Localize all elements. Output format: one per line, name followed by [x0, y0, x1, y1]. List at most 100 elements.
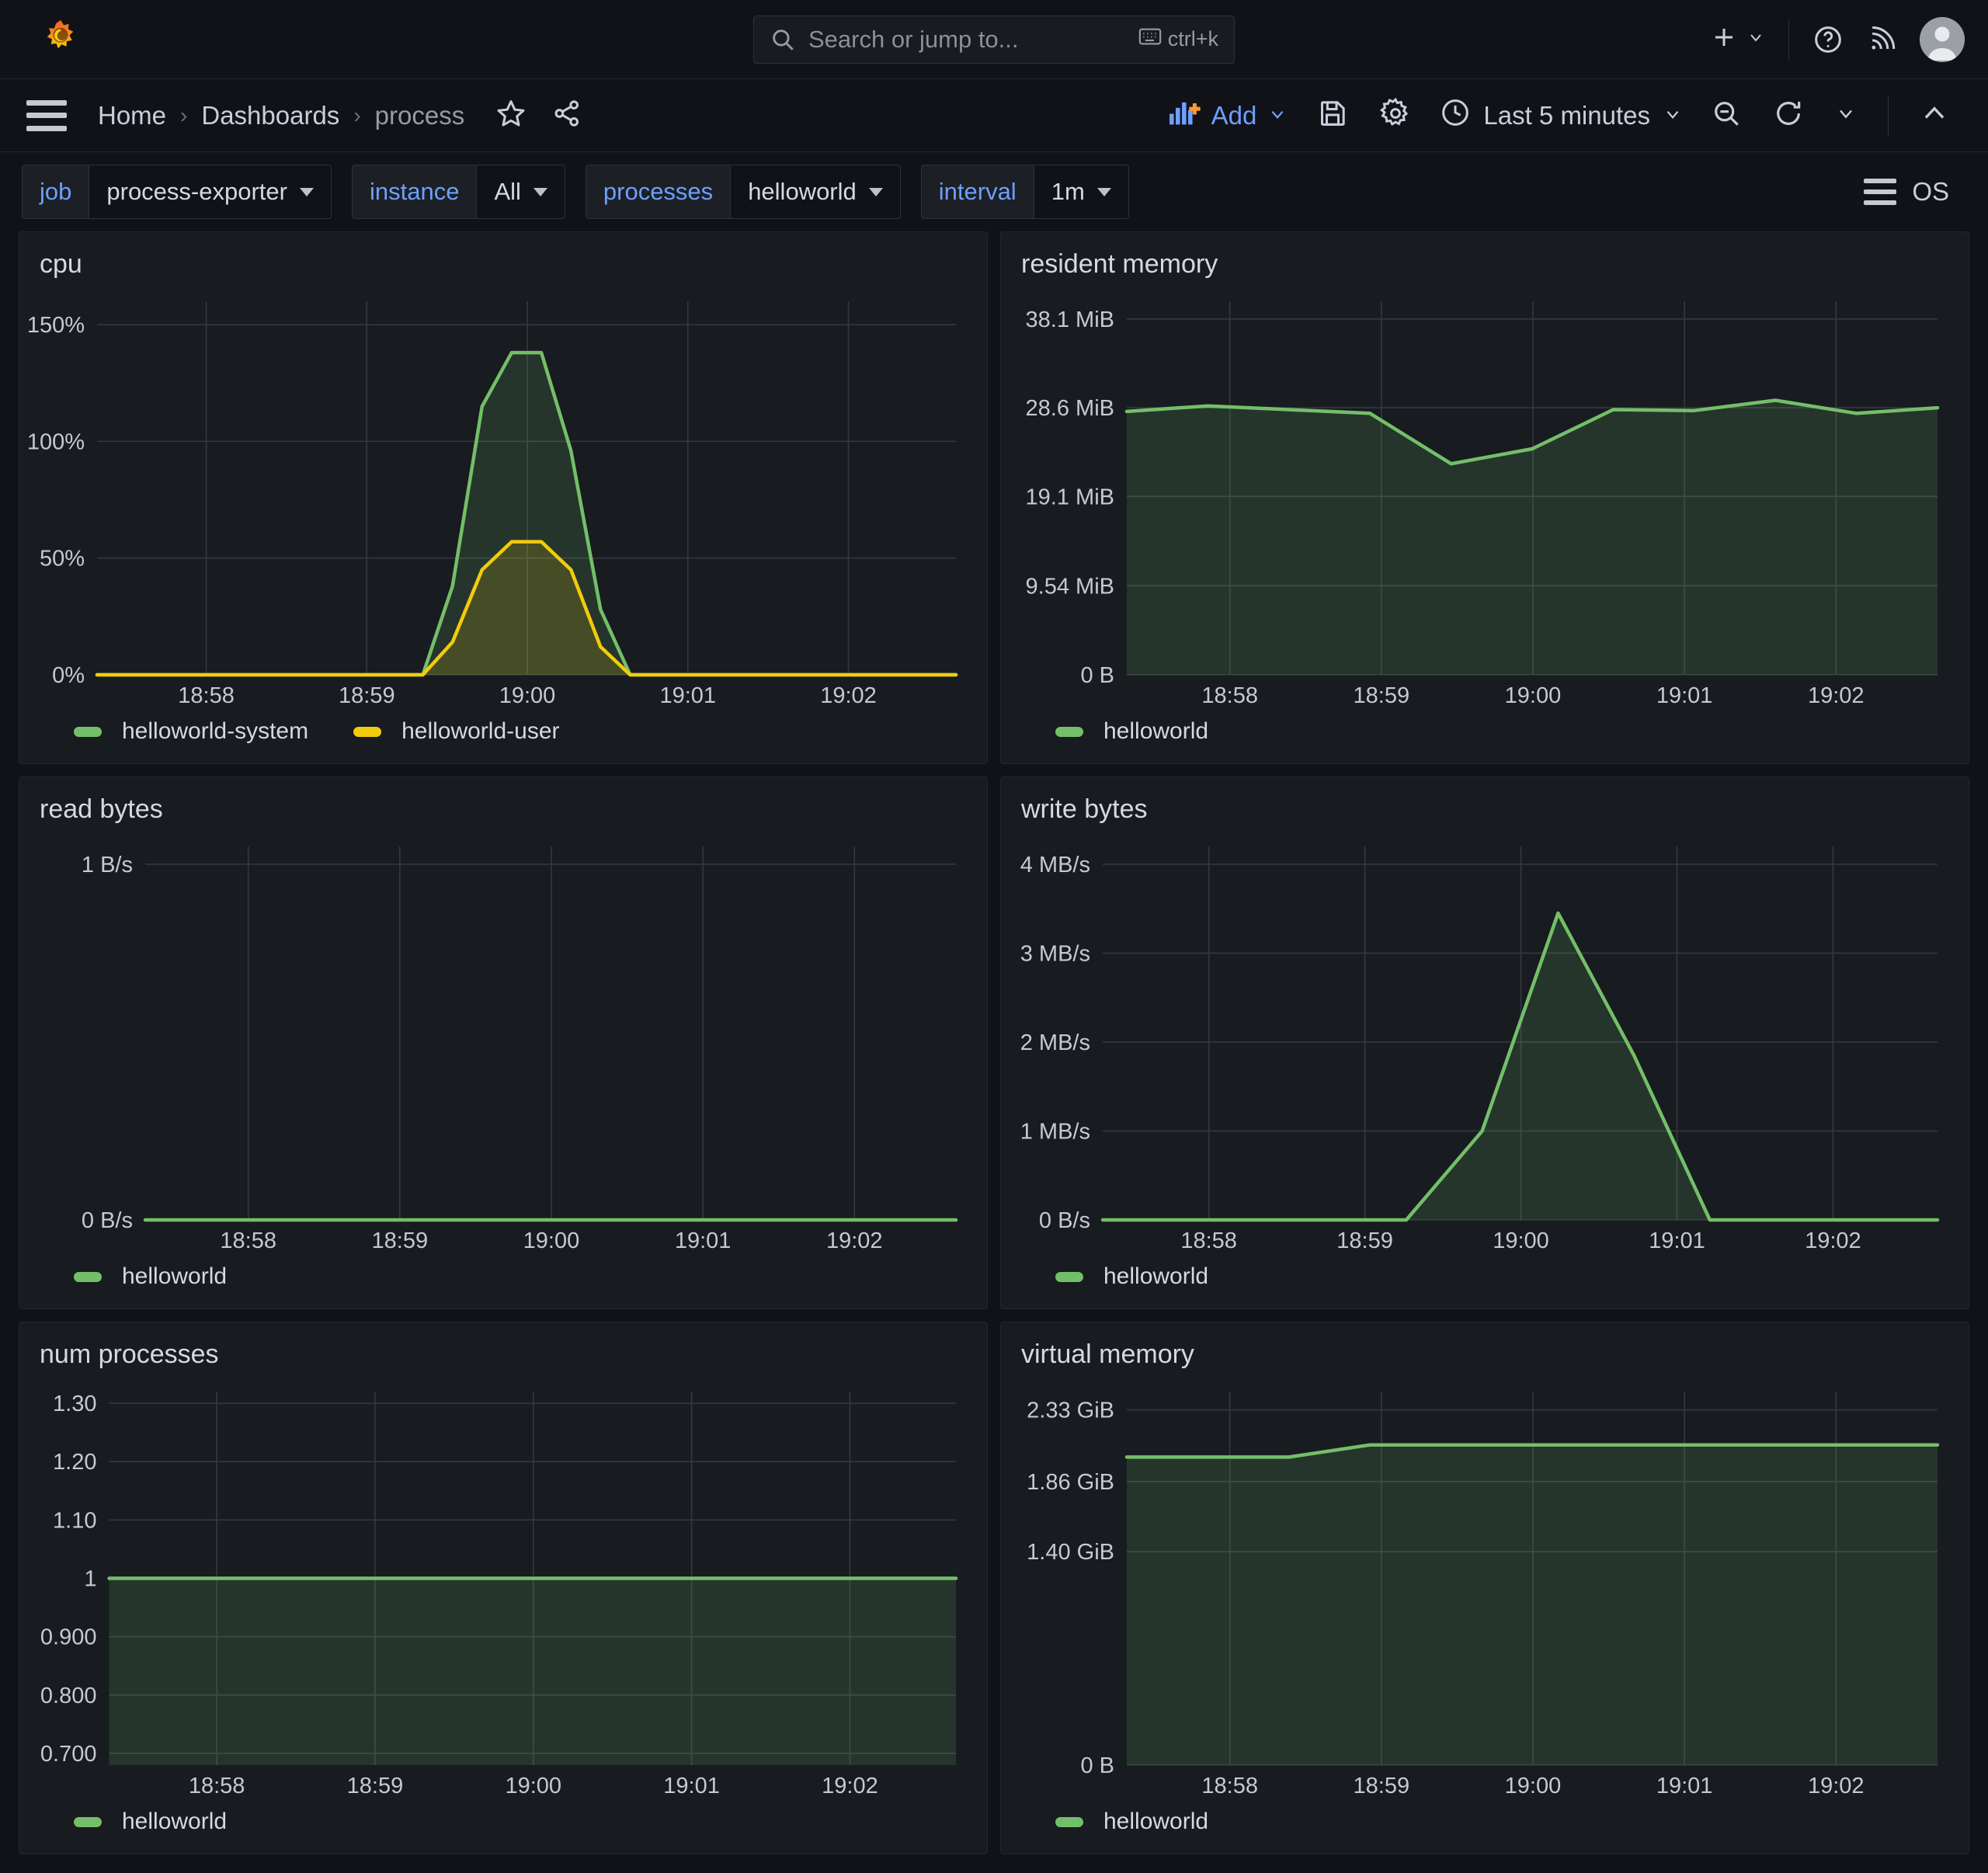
- svg-text:18:58: 18:58: [1201, 1774, 1258, 1798]
- panel-chart[interactable]: 0 B9.54 MiB19.1 MiB28.6 MiB38.1 MiB18:58…: [1001, 283, 1969, 711]
- search-icon: [770, 26, 796, 53]
- variable-interval-label: interval: [921, 165, 1034, 219]
- legend-label: helloworld: [1103, 718, 1208, 745]
- legend-item[interactable]: helloworld-user: [353, 718, 559, 745]
- breadcrumb-item-home[interactable]: Home: [95, 101, 169, 130]
- panel-title: virtual memory: [1001, 1322, 1969, 1373]
- svg-text:1: 1: [84, 1567, 96, 1592]
- panel-chart[interactable]: 0 B477 MiB954 MiB1.40 GiB1.86 GiB2.33 Gi…: [1001, 1373, 1969, 1801]
- dashboard-quick-actions: [495, 98, 582, 133]
- add-panel-icon: [1170, 99, 1201, 133]
- svg-text:0 B/s: 0 B/s: [1039, 1208, 1090, 1233]
- svg-text:1.10: 1.10: [53, 1508, 96, 1533]
- svg-text:18:58: 18:58: [189, 1774, 245, 1798]
- breadcrumb-item-process[interactable]: process: [372, 101, 468, 130]
- svg-text:0 B/s: 0 B/s: [82, 1208, 133, 1233]
- user-avatar-icon[interactable]: [1920, 17, 1965, 62]
- svg-text:0.800: 0.800: [40, 1684, 97, 1708]
- template-variables-bar: job process-exporter instance All proces…: [0, 152, 1988, 231]
- chevron-down-icon: [1267, 101, 1288, 130]
- legend-color-swatch: [1055, 1272, 1083, 1282]
- variable-job-value: process-exporter: [106, 178, 287, 206]
- share-nodes-icon[interactable]: [551, 98, 582, 133]
- legend-color-swatch: [74, 1272, 102, 1282]
- svg-text:19:00: 19:00: [499, 683, 556, 708]
- os-dashboard-link[interactable]: OS: [1864, 177, 1966, 207]
- legend-item[interactable]: helloworld: [74, 1263, 227, 1290]
- refresh-dashboard-button[interactable]: [1757, 90, 1819, 141]
- svg-text:2 MB/s: 2 MB/s: [1020, 1030, 1090, 1055]
- variable-instance-select[interactable]: All: [476, 165, 565, 219]
- create-new-button[interactable]: [1709, 23, 1765, 56]
- legend-label: helloworld: [122, 1263, 227, 1290]
- legend-color-swatch: [1055, 727, 1083, 737]
- svg-text:9.54 MiB: 9.54 MiB: [1026, 574, 1114, 599]
- svg-text:19:00: 19:00: [1505, 1774, 1562, 1798]
- zoom-out-time-range-button[interactable]: [1695, 90, 1757, 141]
- legend-item[interactable]: helloworld: [74, 1809, 227, 1835]
- chevron-down-icon: [1835, 103, 1857, 128]
- chevron-down-icon: [300, 188, 314, 196]
- panel-legend: helloworld: [1001, 1256, 1969, 1308]
- panel-legend: helloworld: [1001, 1801, 1969, 1854]
- toolbar-divider: [1888, 96, 1889, 136]
- refresh-interval-dropdown[interactable]: [1819, 95, 1872, 136]
- chevron-down-icon: [869, 188, 883, 196]
- legend-color-swatch: [353, 727, 381, 737]
- save-dashboard-button[interactable]: [1302, 90, 1364, 141]
- panel-virtual-memory: virtual memory 0 B477 MiB954 MiB1.40 GiB…: [1000, 1322, 1969, 1854]
- panel-title: write bytes: [1001, 777, 1969, 828]
- panel-legend: helloworld: [1001, 711, 1969, 763]
- svg-text:1.40 GiB: 1.40 GiB: [1027, 1540, 1114, 1565]
- svg-text:18:58: 18:58: [178, 683, 235, 708]
- search-placeholder: Search or jump to...: [808, 26, 1138, 54]
- dashboard-settings-button[interactable]: [1364, 89, 1427, 141]
- help-circle-icon[interactable]: [1812, 24, 1844, 55]
- panel-read-bytes: read bytes 0 B/s250 mB/s500 mB/s750 mB/s…: [19, 777, 988, 1309]
- variable-processes-select[interactable]: helloworld: [730, 165, 901, 219]
- breadcrumb: Home › Dashboards › process: [95, 101, 467, 130]
- legend-item[interactable]: helloworld: [1055, 718, 1208, 745]
- search-shortcut-label: ctrl+k: [1168, 27, 1218, 51]
- panel-chart[interactable]: 0 B/s1 MB/s2 MB/s3 MB/s4 MB/s18:5818:591…: [1001, 828, 1969, 1256]
- panel-chart[interactable]: 0%50%100%150%18:5818:5919:0019:0119:02: [19, 283, 987, 711]
- variable-interval-select[interactable]: 1m: [1034, 165, 1129, 219]
- variable-instance: instance All: [352, 165, 565, 219]
- legend-item[interactable]: helloworld: [1055, 1809, 1208, 1835]
- time-range-picker[interactable]: Last 5 minutes: [1427, 89, 1695, 142]
- svg-text:18:59: 18:59: [347, 1774, 404, 1798]
- chevron-down-icon: [1663, 101, 1683, 130]
- add-panel-button[interactable]: Add: [1156, 91, 1302, 141]
- panel-legend: helloworld: [19, 1801, 987, 1854]
- star-icon[interactable]: [495, 98, 527, 133]
- panel-chart[interactable]: 0.7000.8000.90011.101.201.3018:5818:5919…: [19, 1373, 987, 1801]
- svg-text:38.1 MiB: 38.1 MiB: [1026, 308, 1114, 332]
- svg-text:28.6 MiB: 28.6 MiB: [1026, 396, 1114, 421]
- svg-text:19:00: 19:00: [1493, 1228, 1549, 1253]
- rss-icon[interactable]: [1867, 25, 1896, 54]
- grafana-logo-icon[interactable]: [36, 15, 85, 64]
- collapse-toolbar-button[interactable]: [1904, 91, 1965, 140]
- refresh-icon: [1773, 98, 1804, 133]
- zoom-out-icon: [1711, 98, 1742, 133]
- chevron-down-icon: [533, 188, 547, 196]
- panel-legend: helloworld-system helloworld-user: [19, 711, 987, 763]
- chevron-down-icon: [1097, 188, 1111, 196]
- panel-write-bytes: write bytes 0 B/s1 MB/s2 MB/s3 MB/s4 MB/…: [1000, 777, 1969, 1309]
- search-input[interactable]: Search or jump to... ctrl+k: [753, 16, 1235, 64]
- svg-text:0%: 0%: [52, 663, 85, 688]
- svg-text:18:59: 18:59: [1354, 683, 1410, 708]
- svg-text:2.33 GiB: 2.33 GiB: [1027, 1399, 1114, 1423]
- hamburger-menu-icon[interactable]: [26, 100, 67, 131]
- svg-text:19.1 MiB: 19.1 MiB: [1026, 485, 1114, 509]
- legend-item[interactable]: helloworld: [1055, 1263, 1208, 1290]
- variable-job-select[interactable]: process-exporter: [89, 165, 332, 219]
- breadcrumb-item-dashboards[interactable]: Dashboards: [198, 101, 342, 130]
- svg-text:19:01: 19:01: [663, 1774, 720, 1798]
- legend-item[interactable]: helloworld-system: [74, 718, 308, 745]
- variable-job-label: job: [22, 165, 89, 219]
- panel-chart[interactable]: 0 B/s250 mB/s500 mB/s750 mB/s1 B/s18:581…: [19, 828, 987, 1256]
- svg-text:19:02: 19:02: [826, 1228, 883, 1253]
- variable-instance-label: instance: [352, 165, 476, 219]
- svg-text:19:02: 19:02: [1805, 1228, 1861, 1253]
